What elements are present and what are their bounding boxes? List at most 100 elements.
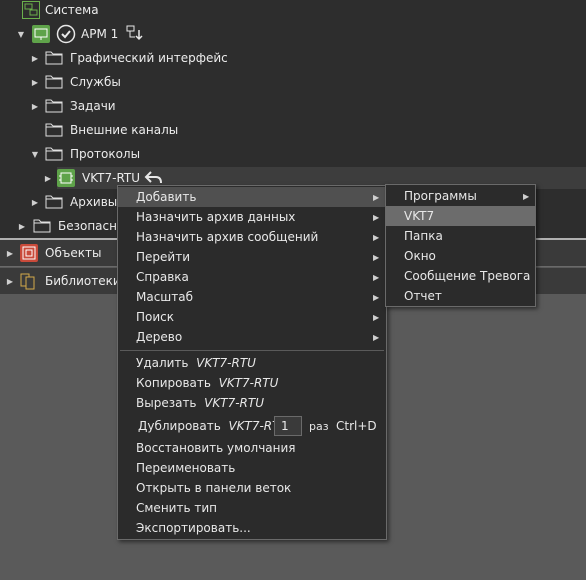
chevron-right-icon[interactable]: ▶ bbox=[30, 53, 40, 63]
menu-item-label: Масштаб bbox=[136, 290, 194, 304]
menu-item-restore-defaults[interactable]: Восстановить умолчания bbox=[118, 438, 386, 458]
menu-item-label: Сменить тип bbox=[136, 501, 217, 515]
folder-icon bbox=[45, 145, 63, 163]
menu-item-help[interactable]: Справка ▶ bbox=[118, 267, 386, 287]
chevron-right-icon: ▶ bbox=[373, 192, 380, 202]
chevron-down-icon[interactable]: ▼ bbox=[30, 149, 40, 159]
action-label: Вырезать bbox=[136, 396, 197, 410]
menu-item-label: Экспортировать... bbox=[136, 521, 251, 535]
tree-node-protocols[interactable]: ▼ Протоколы bbox=[0, 142, 586, 166]
times-label: раз bbox=[309, 419, 329, 433]
submenu-item-window[interactable]: Окно bbox=[386, 246, 535, 266]
menu-item-label: Справка bbox=[136, 270, 189, 284]
tree-node-graphics[interactable]: ▶ Графический интерфейс bbox=[0, 46, 586, 70]
tree-node-arm[interactable]: ▼ АРМ 1 bbox=[0, 22, 586, 46]
menu-separator bbox=[120, 350, 384, 351]
chevron-right-icon: ▶ bbox=[373, 272, 380, 282]
menu-item-zoom[interactable]: Масштаб ▶ bbox=[118, 287, 386, 307]
chevron-right-icon: ▶ bbox=[373, 292, 380, 302]
menu-item-label: Открыть в панели веток bbox=[136, 481, 292, 495]
menu-item-label: Удалить VKT7-RTU bbox=[136, 356, 256, 370]
hierarchy-download-icon[interactable] bbox=[125, 24, 143, 42]
menu-item-label: Окно bbox=[404, 249, 436, 263]
duplicate-count-input[interactable]: 1 bbox=[274, 416, 302, 436]
menu-item-assign-message-archive[interactable]: Назначить архив сообщений ▶ bbox=[118, 227, 386, 247]
submenu-item-programs[interactable]: Программы ▶ bbox=[386, 186, 535, 206]
folder-icon bbox=[45, 121, 63, 139]
menu-item-rename[interactable]: Переименовать bbox=[118, 458, 386, 478]
tree-node-label: Внешние каналы bbox=[70, 123, 179, 137]
menu-item-label: Программы bbox=[404, 189, 477, 203]
menu-item-assign-data-archive[interactable]: Назначить архив данных ▶ bbox=[118, 207, 386, 227]
folder-icon bbox=[45, 49, 63, 67]
workstation-icon bbox=[32, 25, 50, 43]
objects-icon bbox=[20, 244, 38, 262]
tree-node-external-channels[interactable]: Внешние каналы bbox=[0, 118, 586, 142]
menu-item-add[interactable]: Добавить ▶ bbox=[118, 187, 386, 207]
chevron-right-icon: ▶ bbox=[373, 212, 380, 222]
chevron-right-icon[interactable]: ▶ bbox=[17, 221, 27, 231]
chevron-right-icon[interactable]: ▶ bbox=[43, 173, 53, 183]
menu-item-label: Поиск bbox=[136, 310, 175, 324]
menu-item-label: Назначить архив сообщений bbox=[136, 230, 319, 244]
menu-item-export[interactable]: Экспортировать... bbox=[118, 518, 386, 538]
menu-item-copy[interactable]: Копировать VKT7-RTU bbox=[118, 373, 386, 393]
menu-item-open-in-branch-panel[interactable]: Открыть в панели веток bbox=[118, 478, 386, 498]
chevron-right-icon: ▶ bbox=[373, 252, 380, 262]
menu-item-search[interactable]: Поиск ▶ bbox=[118, 307, 386, 327]
folder-icon bbox=[45, 97, 63, 115]
check-circle-icon bbox=[56, 24, 76, 44]
chevron-right-icon[interactable]: ▶ bbox=[5, 248, 15, 258]
chevron-right-icon: ▶ bbox=[373, 312, 380, 322]
chevron-down-icon[interactable]: ▼ bbox=[16, 29, 26, 39]
menu-item-label: Переименовать bbox=[136, 461, 236, 475]
shortcut-label: Ctrl+D bbox=[336, 419, 377, 433]
tree-node-system[interactable]: Система bbox=[0, 0, 586, 22]
menu-item-label: Перейти bbox=[136, 250, 190, 264]
chevron-right-icon[interactable]: ▶ bbox=[30, 101, 40, 111]
menu-item-cut[interactable]: Вырезать VKT7-RTU bbox=[118, 393, 386, 413]
menu-item-tree[interactable]: Дерево ▶ bbox=[118, 327, 386, 347]
submenu-item-alarm-message[interactable]: Сообщение Тревога bbox=[386, 266, 535, 286]
menu-item-change-type[interactable]: Сменить тип bbox=[118, 498, 386, 518]
folder-icon bbox=[33, 217, 51, 235]
menu-item-duplicate[interactable]: Дублировать VKT7-RTU 1 раз Ctrl+D bbox=[118, 414, 386, 438]
menu-item-label: VKT7 bbox=[404, 209, 435, 223]
tree-node-tasks[interactable]: ▶ Задачи bbox=[0, 94, 586, 118]
system-icon bbox=[22, 1, 40, 19]
chevron-right-icon[interactable]: ▶ bbox=[30, 197, 40, 207]
chevron-right-icon: ▶ bbox=[373, 232, 380, 242]
menu-item-label: Копировать VKT7-RTU bbox=[136, 376, 278, 390]
folder-icon bbox=[45, 193, 63, 211]
menu-item-label: Дублировать VKT7-RTU bbox=[138, 419, 288, 433]
tree-node-label: Архивы bbox=[70, 195, 118, 209]
submenu-item-folder[interactable]: Папка bbox=[386, 226, 535, 246]
tree-node-label: АРМ 1 bbox=[81, 27, 119, 41]
tree-node-services[interactable]: ▶ Службы bbox=[0, 70, 586, 94]
menu-item-label: Дерево bbox=[136, 330, 183, 344]
chevron-right-icon[interactable]: ▶ bbox=[30, 77, 40, 87]
chevron-right-icon: ▶ bbox=[523, 191, 530, 201]
tree-node-label: Система bbox=[45, 3, 99, 17]
tree-node-label: Графический интерфейс bbox=[70, 51, 228, 65]
menu-item-delete[interactable]: Удалить VKT7-RTU bbox=[118, 353, 386, 373]
menu-item-label: Папка bbox=[404, 229, 443, 243]
panel-label: Библиотеки bbox=[45, 274, 121, 288]
tree-node-label: Безопасно bbox=[58, 219, 125, 233]
chevron-right-icon[interactable]: ▶ bbox=[5, 276, 15, 286]
chevron-right-icon: ▶ bbox=[373, 332, 380, 342]
panel-label: Объекты bbox=[45, 246, 102, 260]
menu-item-label: Назначить архив данных bbox=[136, 210, 296, 224]
tree-node-label: Протоколы bbox=[70, 147, 141, 161]
folder-icon bbox=[45, 73, 63, 91]
target-name: VKT7-RTU bbox=[196, 356, 256, 370]
menu-item-label: Вырезать VKT7-RTU bbox=[136, 396, 264, 410]
libraries-icon bbox=[20, 272, 38, 290]
menu-item-goto[interactable]: Перейти ▶ bbox=[118, 247, 386, 267]
submenu-item-vkt7[interactable]: VKT7 bbox=[386, 206, 535, 226]
action-label: Дублировать bbox=[138, 419, 221, 433]
action-label: Удалить bbox=[136, 356, 189, 370]
submenu-item-report[interactable]: Отчет bbox=[386, 286, 535, 306]
context-menu: Добавить ▶ Назначить архив данных ▶ Назн… bbox=[117, 185, 387, 540]
menu-item-label: Добавить bbox=[136, 190, 197, 204]
